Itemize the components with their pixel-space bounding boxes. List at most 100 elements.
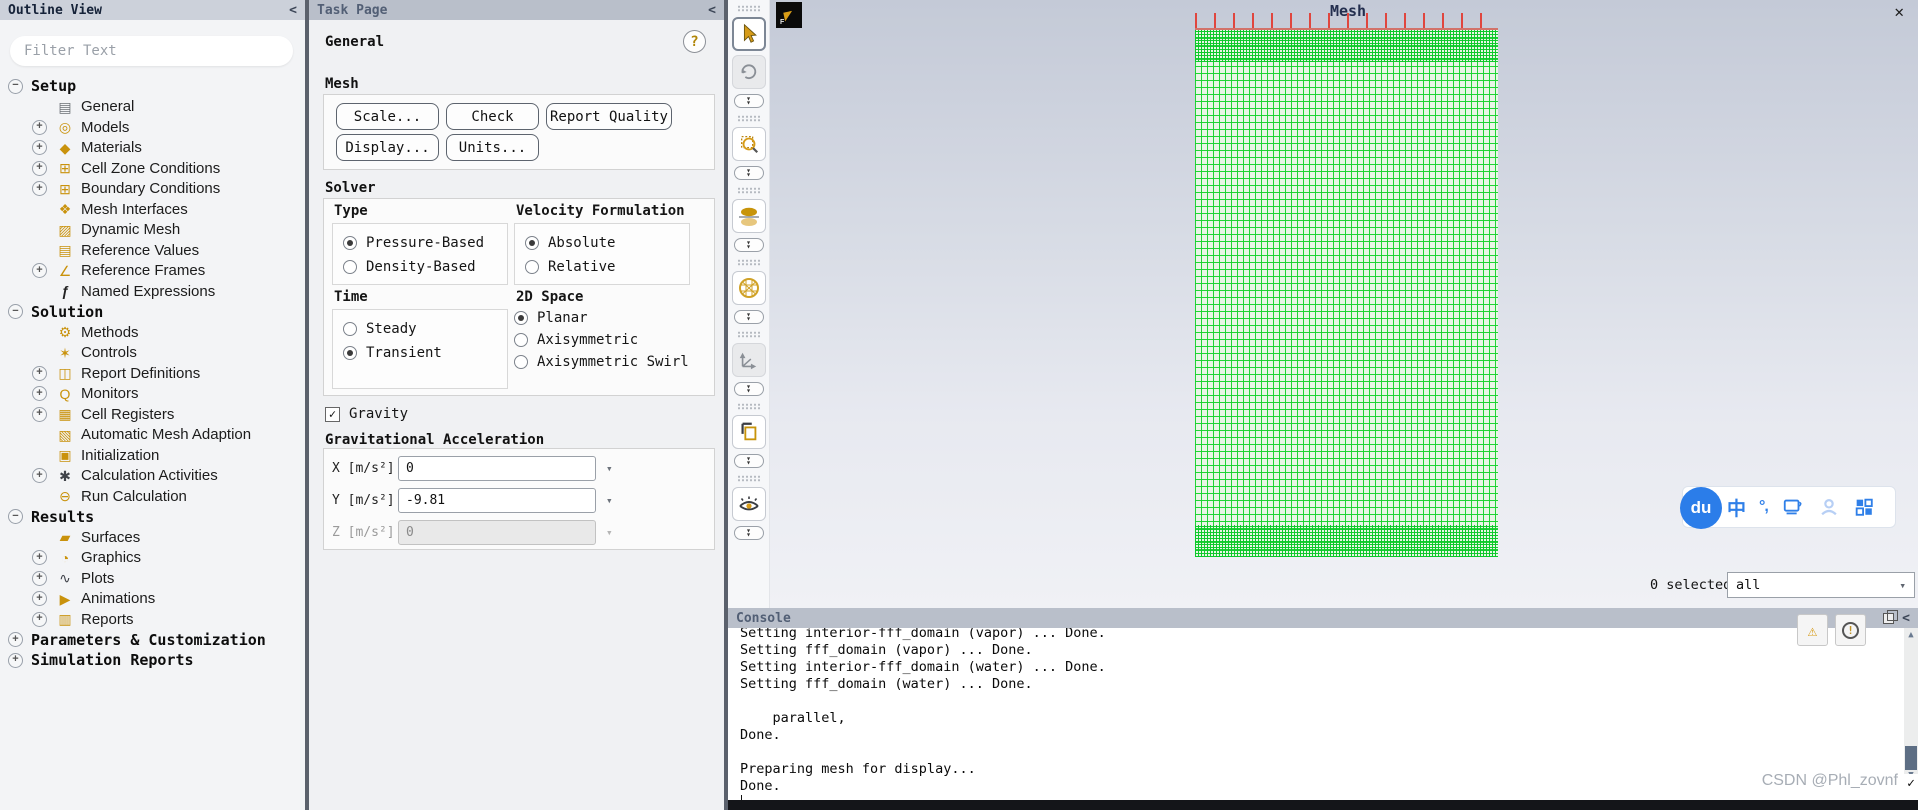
toolbar-grip[interactable]	[737, 403, 761, 410]
toolbar-grip[interactable]	[737, 115, 761, 122]
view-tools-expander[interactable]: ▾▾	[734, 310, 764, 324]
pointer-tool-button[interactable]	[732, 17, 766, 51]
sidebar-item-mesh-interfaces[interactable]: ❖Mesh Interfaces	[0, 199, 305, 220]
radio-selected-icon[interactable]	[525, 236, 539, 250]
sidebar-item-surfaces[interactable]: ▰Surfaces	[0, 527, 305, 548]
sidebar-item-automatic-mesh-adaption[interactable]: ▧Automatic Mesh Adaption	[0, 425, 305, 446]
expand-plus-icon[interactable]	[32, 366, 47, 381]
scale-button[interactable]: Scale...	[336, 103, 439, 130]
show-errors-button[interactable]: !	[1835, 614, 1866, 646]
check-button[interactable]: Check	[446, 103, 539, 130]
expand-plus-icon[interactable]	[8, 653, 23, 668]
expand-plus-icon[interactable]	[32, 386, 47, 401]
rotate-view-button[interactable]	[732, 55, 766, 89]
toolbar-grip[interactable]	[737, 331, 761, 338]
radio-pressure-based[interactable]: Pressure-Based	[343, 232, 507, 254]
gravity-checkbox[interactable]: ✓	[325, 407, 340, 422]
pointer-tools-expander[interactable]: ▾▾	[734, 94, 764, 108]
virtual-keyboard-icon[interactable]	[1781, 496, 1805, 518]
baidu-ime-logo[interactable]: du	[1680, 487, 1722, 529]
sidebar-item-monitors[interactable]: QMonitors	[0, 384, 305, 405]
radio-density-based[interactable]: Density-Based	[343, 256, 507, 278]
report-quality-button[interactable]: Report Quality	[546, 103, 672, 130]
sidebar-item-named-expressions[interactable]: ƒNamed Expressions	[0, 281, 305, 302]
radio-icon[interactable]	[514, 333, 528, 347]
toolbar-grip[interactable]	[737, 475, 761, 482]
perspective-tool-button[interactable]	[732, 271, 766, 305]
collapse-minus-icon[interactable]	[8, 509, 23, 524]
gravity-y-input[interactable]	[398, 488, 596, 513]
sidebar-item-cell-registers[interactable]: ▦Cell Registers	[0, 404, 305, 425]
copy-screenshot-tool-button[interactable]	[732, 415, 766, 449]
sidebar-item-simulation-reports[interactable]: Simulation Reports	[0, 650, 305, 671]
surface-display-tool-button[interactable]	[732, 199, 766, 233]
radio-selected-icon[interactable]	[514, 311, 528, 325]
sidebar-item-solution[interactable]: Solution	[0, 302, 305, 323]
toolbar-grip[interactable]	[737, 5, 761, 12]
radio-icon[interactable]	[525, 260, 539, 274]
expand-plus-icon[interactable]	[32, 161, 47, 176]
radio-axisymmetric-swirl[interactable]: Axisymmetric Swirl	[514, 351, 689, 373]
collapse-minus-icon[interactable]	[8, 304, 23, 319]
radio-selected-icon[interactable]	[343, 346, 357, 360]
show-warnings-button[interactable]: ⚠	[1797, 614, 1828, 646]
zoom-tools-expander[interactable]: ▾▾	[734, 166, 764, 180]
expand-plus-icon[interactable]	[32, 468, 47, 483]
radio-icon[interactable]	[514, 355, 528, 369]
task-page-collapse-icon[interactable]: <	[708, 3, 716, 18]
surface-filter-dropdown[interactable]: all ▾	[1727, 572, 1915, 598]
expand-plus-icon[interactable]	[32, 571, 47, 586]
expand-plus-icon[interactable]	[8, 632, 23, 647]
surface-tools-expander[interactable]: ▾▾	[734, 238, 764, 252]
sidebar-item-dynamic-mesh[interactable]: ▨Dynamic Mesh	[0, 220, 305, 241]
expand-plus-icon[interactable]	[32, 181, 47, 196]
close-icon[interactable]: ✕	[1894, 2, 1904, 21]
sidebar-item-reference-frames[interactable]: ∠Reference Frames	[0, 261, 305, 282]
sidebar-item-results[interactable]: Results	[0, 507, 305, 528]
sidebar-item-calculation-activities[interactable]: ✱Calculation Activities	[0, 466, 305, 487]
sidebar-item-models[interactable]: ◎Models	[0, 117, 305, 138]
sidebar-item-reference-values[interactable]: ▤Reference Values	[0, 240, 305, 261]
units-button[interactable]: Units...	[446, 134, 539, 161]
radio-planar[interactable]: Planar	[514, 307, 689, 329]
toolbar-grip[interactable]	[737, 259, 761, 266]
zoom-box-tool-button[interactable]	[732, 127, 766, 161]
expand-plus-icon[interactable]	[32, 120, 47, 135]
visibility-tools-expander[interactable]: ▾▾	[734, 526, 764, 540]
punctuation-mode-button[interactable]: °,	[1759, 498, 1768, 516]
gravity-x-dropdown-icon[interactable]: ▾	[606, 462, 613, 475]
sidebar-item-methods[interactable]: ⚙Methods	[0, 322, 305, 343]
expand-plus-icon[interactable]	[32, 407, 47, 422]
sidebar-item-report-definitions[interactable]: ◫Report Definitions	[0, 363, 305, 384]
display-button[interactable]: Display...	[336, 134, 439, 161]
user-profile-icon[interactable]	[1818, 496, 1840, 518]
expand-plus-icon[interactable]	[32, 591, 47, 606]
radio-axisymmetric[interactable]: Axisymmetric	[514, 329, 689, 351]
axes-tools-expander[interactable]: ▾▾	[734, 382, 764, 396]
graphics-viewport[interactable]: ▾▾ ▾▾ ▾▾ ▾▾ ▾▾	[728, 0, 1918, 608]
gravity-checkbox-row[interactable]: ✓ Gravity	[325, 406, 408, 422]
sidebar-item-initialization[interactable]: ▣Initialization	[0, 445, 305, 466]
copy-tools-expander[interactable]: ▾▾	[734, 454, 764, 468]
scrollbar-thumb[interactable]	[1905, 746, 1917, 770]
sidebar-item-materials[interactable]: ◆Materials	[0, 138, 305, 159]
sidebar-item-animations[interactable]: ▶Animations	[0, 589, 305, 610]
radio-selected-icon[interactable]	[343, 236, 357, 250]
view-visibility-tool-button[interactable]	[732, 487, 766, 521]
sidebar-item-parameters-customization[interactable]: Parameters & Customization	[0, 630, 305, 651]
language-mode-button[interactable]: 中	[1727, 494, 1746, 521]
sidebar-item-general[interactable]: ▤General	[0, 97, 305, 118]
gravity-x-input[interactable]	[398, 456, 596, 481]
radio-icon[interactable]	[343, 322, 357, 336]
gravity-y-dropdown-icon[interactable]: ▾	[606, 494, 613, 507]
expand-plus-icon[interactable]	[32, 263, 47, 278]
sidebar-item-cell-zone-conditions[interactable]: ⊞Cell Zone Conditions	[0, 158, 305, 179]
collapse-minus-icon[interactable]	[8, 79, 23, 94]
mesh-tab-icon[interactable]: ◤ F	[776, 2, 802, 28]
sidebar-item-run-calculation[interactable]: ⊖Run Calculation	[0, 486, 305, 507]
toolbar-grip[interactable]	[737, 187, 761, 194]
axes-tool-button[interactable]	[732, 343, 766, 377]
sidebar-item-boundary-conditions[interactable]: ⊞Boundary Conditions	[0, 179, 305, 200]
ime-menu-grid-icon[interactable]	[1853, 496, 1875, 518]
sidebar-item-plots[interactable]: ∿Plots	[0, 568, 305, 589]
